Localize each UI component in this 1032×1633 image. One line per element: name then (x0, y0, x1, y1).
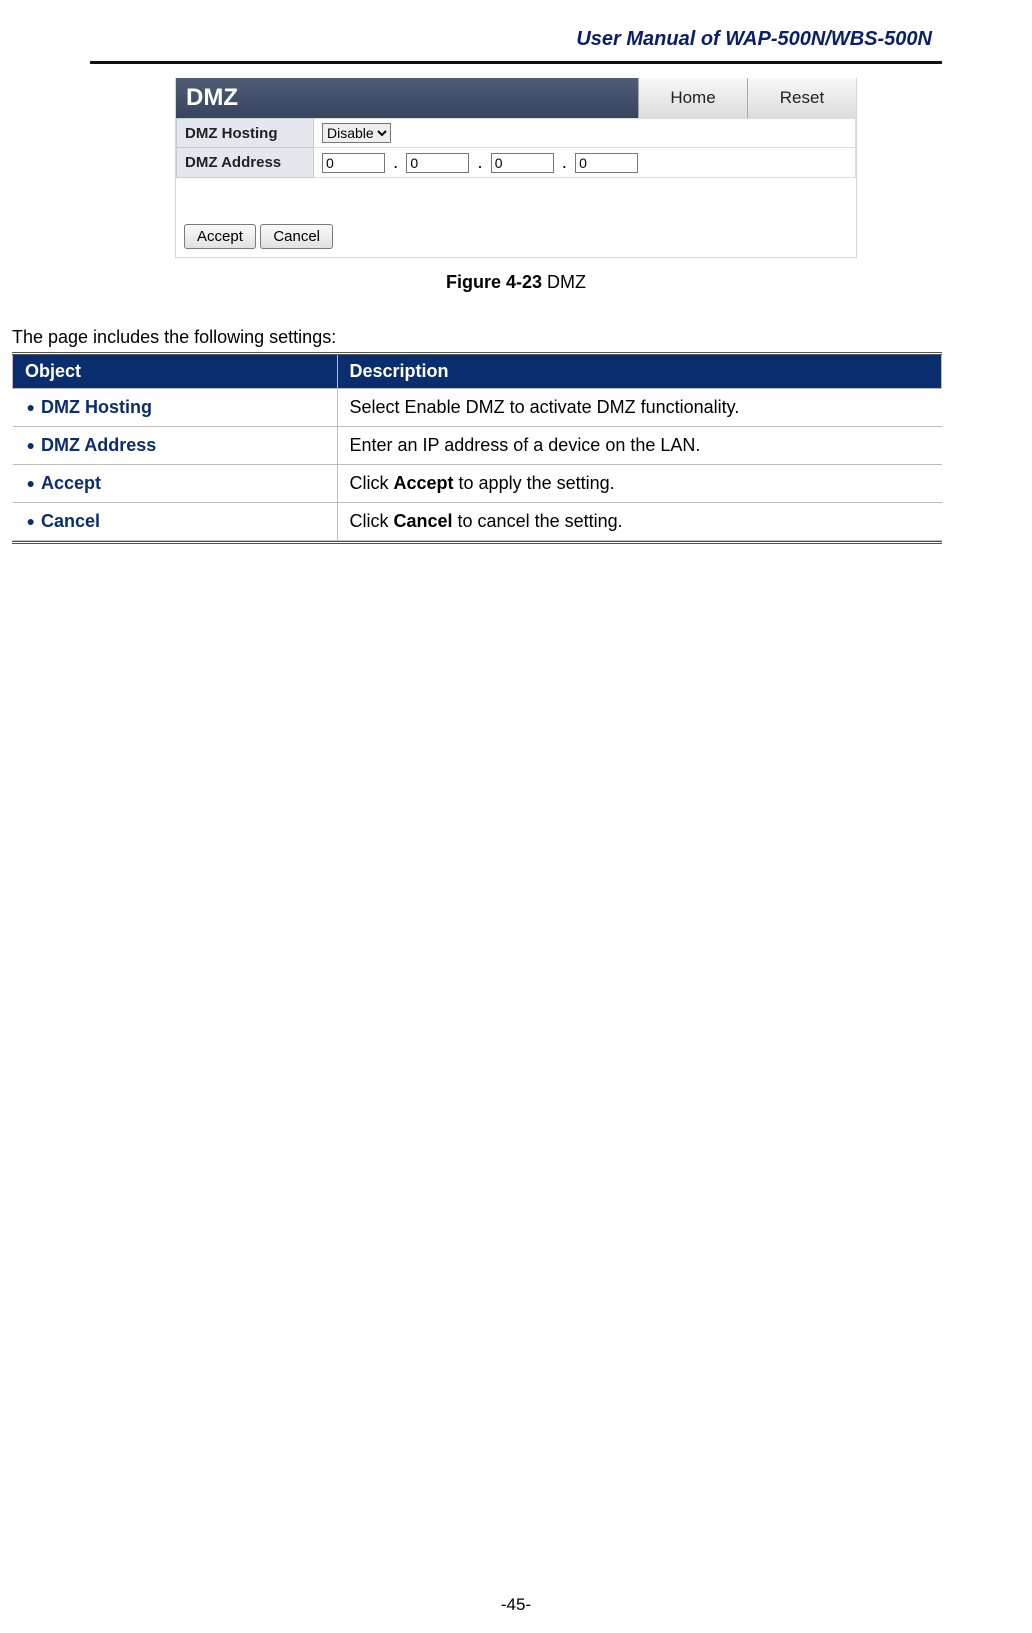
dot-separator: . (562, 152, 567, 172)
object-description: Select Enable DMZ to activate DMZ functi… (337, 389, 942, 427)
bullet-icon: ● (27, 513, 35, 529)
settings-description-table: Object Description ● DMZ Hosting Select E… (12, 352, 942, 544)
dmz-hosting-select[interactable]: Disable (322, 123, 391, 143)
object-name: DMZ Hosting (41, 397, 152, 417)
figure-title: DMZ (542, 272, 586, 292)
dot-separator: . (478, 152, 483, 172)
dmz-form-table: DMZ Hosting Disable DMZ Address . . . (176, 118, 856, 178)
reset-button[interactable]: Reset (747, 78, 856, 118)
dmz-config-panel: DMZ Home Reset DMZ Hosting Disable DMZ A… (175, 78, 857, 258)
col-description-header: Description (337, 355, 942, 389)
table-row: ● DMZ Hosting Select Enable DMZ to activa… (13, 389, 942, 427)
bullet-icon: ● (27, 399, 35, 415)
object-description: Enter an IP address of a device on the L… (337, 427, 942, 465)
table-row: ● Accept Click Accept to apply the settin… (13, 465, 942, 503)
intro-text: The page includes the following settings… (12, 327, 1032, 348)
dmz-octet-1[interactable] (322, 153, 385, 173)
col-object-header: Object (13, 355, 338, 389)
page-header: User Manual of WAP-500N/WBS-500N (0, 20, 1032, 61)
accept-button[interactable]: Accept (184, 224, 256, 249)
table-row: ● DMZ Address Enter an IP address of a de… (13, 427, 942, 465)
panel-titlebar: DMZ Home Reset (176, 78, 856, 118)
form-button-row: Accept Cancel (176, 214, 856, 257)
bullet-icon: ● (27, 475, 35, 491)
figure-caption: Figure 4-23 DMZ (0, 272, 1032, 293)
home-button[interactable]: Home (638, 78, 747, 118)
panel-title: DMZ (186, 84, 238, 111)
bullet-icon: ● (27, 437, 35, 453)
object-name: Cancel (41, 511, 100, 531)
object-name: Accept (41, 473, 101, 493)
object-description: Click Cancel to cancel the setting. (337, 503, 942, 541)
dmz-address-cell: . . . (314, 148, 856, 178)
figure-number: Figure 4-23 (446, 272, 542, 292)
table-row: ● Cancel Click Cancel to cancel the setti… (13, 503, 942, 541)
dmz-hosting-label: DMZ Hosting (177, 119, 314, 148)
object-name: DMZ Address (41, 435, 156, 455)
object-description: Click Accept to apply the setting. (337, 465, 942, 503)
cancel-button[interactable]: Cancel (260, 224, 333, 249)
header-rule (90, 61, 942, 64)
page-number: -45- (0, 1595, 1032, 1615)
dmz-address-label: DMZ Address (177, 148, 314, 178)
dmz-octet-2[interactable] (406, 153, 469, 173)
dot-separator: . (393, 152, 398, 172)
dmz-octet-4[interactable] (575, 153, 638, 173)
dmz-octet-3[interactable] (491, 153, 554, 173)
